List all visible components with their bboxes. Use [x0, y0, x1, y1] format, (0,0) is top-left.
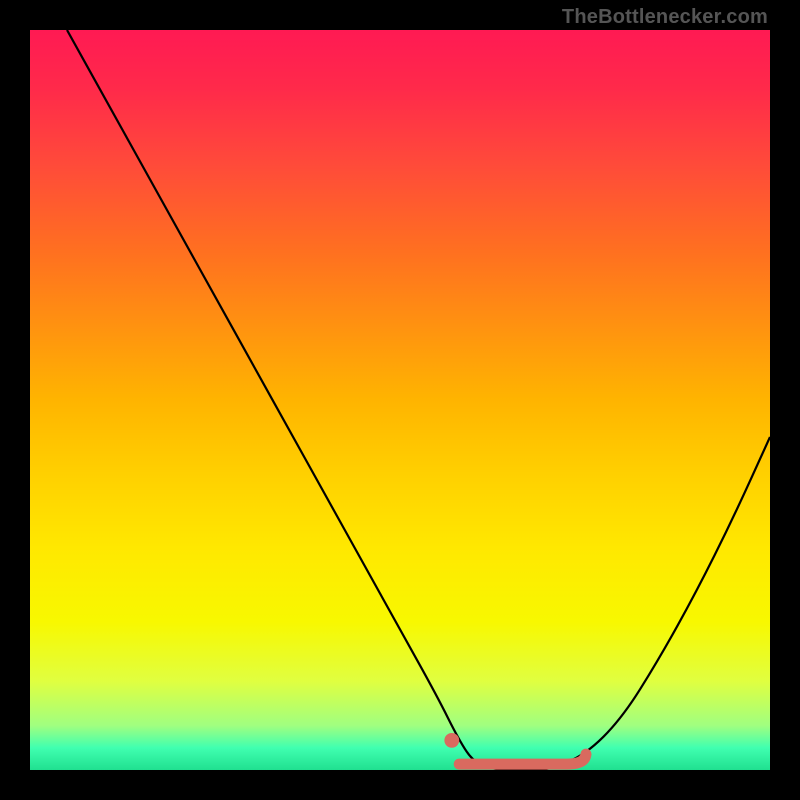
optimal-range-marker	[459, 754, 586, 764]
chart-frame: TheBottlenecker.com	[0, 0, 800, 800]
chart-svg	[30, 30, 770, 770]
optimal-start-dot	[444, 733, 459, 748]
watermark-text: TheBottlenecker.com	[562, 6, 768, 29]
bottleneck-curve	[67, 30, 770, 770]
plot-area	[30, 30, 770, 770]
